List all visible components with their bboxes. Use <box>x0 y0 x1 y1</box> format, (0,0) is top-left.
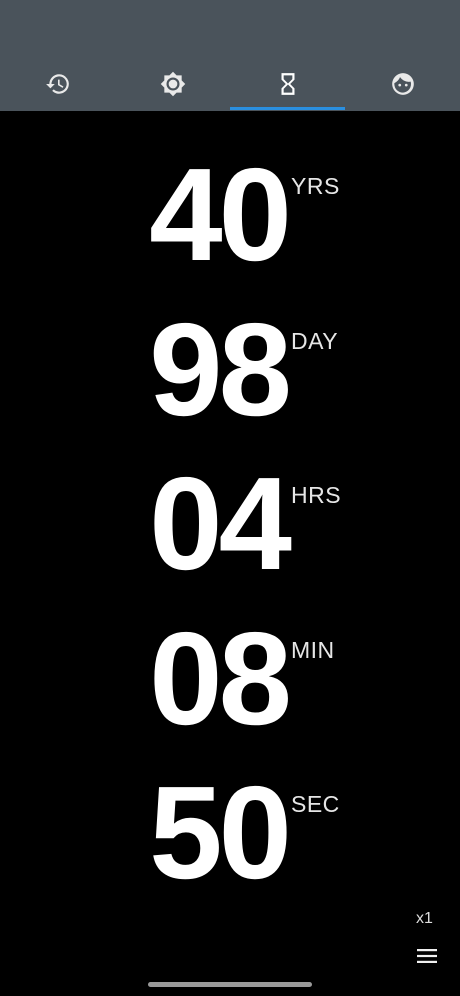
countdown-row-minutes: 08 MIN <box>0 609 460 749</box>
home-indicator[interactable] <box>148 982 312 987</box>
menu-icon[interactable] <box>414 945 440 967</box>
countdown-panel: 40 YRS 98 DAY 04 HRS 08 MIN 50 SEC <box>0 111 460 996</box>
years-value: 40 <box>149 141 292 288</box>
minutes-unit: MIN <box>291 637 335 663</box>
seconds-unit: SEC <box>291 791 340 817</box>
face-icon <box>391 72 414 95</box>
hourglass-icon <box>281 72 294 95</box>
minutes-value: 08 <box>149 605 292 752</box>
countdown-row-seconds: 50 SEC <box>0 763 460 903</box>
selected-tab-indicator <box>230 107 345 110</box>
days-value: 98 <box>149 296 292 443</box>
countdown-row-hours: 04 HRS <box>0 454 460 594</box>
top-tab-bar <box>0 0 460 111</box>
years-unit: YRS <box>291 173 340 199</box>
hours-unit: HRS <box>291 482 342 508</box>
countdown-row-years: 40 YRS <box>0 145 460 285</box>
seconds-value: 50 <box>149 759 292 906</box>
countdown-row-days: 98 DAY <box>0 300 460 440</box>
hours-value: 04 <box>149 450 292 597</box>
tab-history[interactable] <box>0 56 115 111</box>
speed-multiplier[interactable]: x1 <box>416 910 433 928</box>
brightness-icon <box>160 71 185 96</box>
tab-brightness[interactable] <box>115 56 230 111</box>
tab-face[interactable] <box>345 56 460 111</box>
tab-hourglass[interactable] <box>230 56 345 111</box>
history-icon <box>45 73 69 94</box>
days-unit: DAY <box>291 328 339 354</box>
